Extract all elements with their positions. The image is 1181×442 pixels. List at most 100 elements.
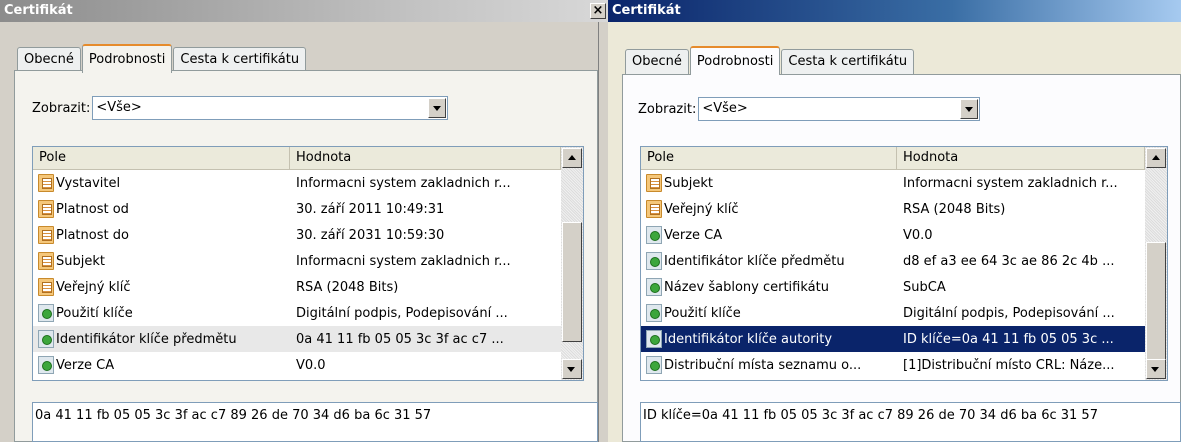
extension-icon [646, 330, 662, 348]
show-select[interactable]: <Vše> [92, 96, 449, 120]
list-row[interactable]: Identifikátor klíče autority ID klíče=0a … [641, 326, 1145, 352]
tab-general[interactable]: Obecné [625, 49, 689, 74]
field-name: Identifikátor klíče autority [664, 331, 833, 347]
field-value: SubCA [903, 279, 946, 295]
chevron-down-icon[interactable] [960, 99, 979, 119]
list-header: Pole Hodnota [641, 147, 1145, 170]
field-name: Platnost do [56, 227, 129, 243]
show-select-value: <Vše> [702, 101, 748, 116]
column-header-field[interactable]: Pole [33, 147, 290, 169]
certificate-window-right: Certifikát Obecné Podrobnosti Cesta k ce… [608, 0, 1181, 442]
list-row[interactable]: Identifikátor klíče předmětu 0a 41 11 fb … [33, 326, 561, 352]
scroll-thumb[interactable] [1146, 242, 1166, 360]
field-value: V0.0 [903, 227, 933, 243]
scroll-thumb[interactable] [562, 222, 582, 342]
field-name: Verze CA [56, 357, 115, 373]
list-row[interactable]: Identifikátor klíče předmětu d8 ef a3 ee … [641, 248, 1145, 274]
field-name: Identifikátor klíče předmětu [664, 253, 845, 269]
tab-certification-path[interactable]: Cesta k certifikátu [781, 49, 915, 74]
field-value: Informacni system zakladnich r... [903, 175, 1118, 191]
extension-icon [646, 356, 662, 374]
show-select[interactable]: <Vše> [698, 97, 981, 121]
field-value: RSA (2048 Bits) [296, 279, 399, 295]
field-value: 0a 41 11 fb 05 05 3c 3f ac c7 ... [296, 331, 504, 347]
list-row[interactable]: Veřejný klíč RSA (2048 Bits) [641, 196, 1145, 222]
tab-details[interactable]: Podrobnosti [81, 44, 173, 73]
tab-certification-path[interactable]: Cesta k certifikátu [173, 47, 307, 72]
list-row[interactable]: Subjekt Informacni system zakladnich r... [33, 248, 561, 274]
field-value: V0.0 [296, 357, 326, 373]
extension-icon [38, 330, 54, 348]
list-row[interactable]: Veřejný klíč RSA (2048 Bits) [33, 274, 561, 300]
column-header-value[interactable]: Hodnota [897, 147, 1145, 169]
field-value: 30. září 2031 10:59:30 [296, 227, 445, 243]
extension-icon [38, 356, 54, 374]
value-detail-box[interactable]: 0a 41 11 fb 05 05 3c 3f ac c7 89 26 de 7… [32, 402, 598, 442]
document-icon [38, 252, 54, 270]
extension-icon [646, 304, 662, 322]
title-bar: Certifikát [0, 0, 608, 22]
document-icon [646, 200, 662, 218]
list-row[interactable]: Platnost do 30. září 2031 10:59:30 [33, 222, 561, 248]
field-value: ID klíče=0a 41 11 fb 05 05 3c ... [903, 331, 1114, 347]
window-border [598, 22, 608, 442]
tab-strip: Obecné Podrobnosti Cesta k certifikátu [625, 46, 915, 75]
list-row[interactable]: Distribuční místa seznamu o... [1]Distrib… [641, 352, 1145, 378]
tab-strip: Obecné Podrobnosti Cesta k certifikátu [17, 44, 307, 73]
field-name: Subjekt [664, 175, 713, 191]
extension-icon [646, 226, 662, 244]
field-value: Digitální podpis, Podepisování ... [903, 305, 1115, 321]
scroll-up-button[interactable] [1146, 148, 1166, 168]
list-row[interactable]: Použití klíče Digitální podpis, Podepisov… [641, 300, 1145, 326]
scroll-down-button[interactable] [562, 359, 582, 379]
tab-general[interactable]: Obecné [17, 47, 81, 72]
list-row[interactable]: Vystavitel Informacni system zakladnich r… [33, 170, 561, 196]
field-name: Verze CA [664, 227, 723, 243]
list-row[interactable]: Název šablony certifikátu SubCA [641, 274, 1145, 300]
close-button[interactable]: × [590, 3, 606, 19]
field-value: d8 ef a3 ee 64 3c ae 86 2c 4b ... [903, 253, 1115, 269]
document-icon [38, 174, 54, 192]
vertical-scrollbar[interactable] [561, 147, 583, 380]
scroll-up-button[interactable] [562, 148, 582, 168]
extension-icon [38, 304, 54, 322]
show-select-value: <Vše> [96, 100, 142, 115]
field-name: Identifikátor klíče předmětu [56, 331, 237, 347]
list-row[interactable]: Subjekt Informacni system zakladnich r... [641, 170, 1145, 196]
tab-details[interactable]: Podrobnosti [689, 46, 781, 75]
field-value: Digitální podpis, Podepisování ... [296, 305, 508, 321]
fields-list[interactable]: Pole Hodnota Subjekt Informacni system za… [640, 146, 1168, 381]
value-detail-box[interactable]: ID klíče=0a 41 11 fb 05 05 3c 3f ac c7 8… [640, 402, 1181, 442]
list-row[interactable]: Platnost od 30. září 2011 10:49:31 [33, 196, 561, 222]
field-name: Název šablony certifikátu [664, 279, 829, 295]
list-rows: Subjekt Informacni system zakladnich r...… [641, 170, 1145, 378]
list-row[interactable]: Použití klíče Digitální podpis, Podepisov… [33, 300, 561, 326]
list-row[interactable]: Verze CA V0.0 [641, 222, 1145, 248]
field-name: Subjekt [56, 253, 105, 269]
show-filter: Zobrazit: <Vše> [638, 97, 981, 121]
show-label: Zobrazit: [638, 101, 697, 117]
vertical-scrollbar[interactable] [1145, 147, 1167, 380]
certificate-window-left: Certifikát × Obecné Podrobnosti Cesta k … [0, 0, 608, 442]
extension-icon [646, 278, 662, 296]
document-icon [38, 278, 54, 296]
field-value: RSA (2048 Bits) [903, 201, 1006, 217]
column-header-value[interactable]: Hodnota [290, 147, 561, 169]
field-name: Veřejný klíč [56, 279, 131, 295]
field-name: Veřejný klíč [664, 201, 739, 217]
field-value: [1]Distribuční místo CRL: Náze... [903, 357, 1115, 373]
fields-list[interactable]: Pole Hodnota Vystavitel Informacni system… [32, 146, 584, 381]
field-value: Informacni system zakladnich r... [296, 253, 511, 269]
chevron-down-icon[interactable] [428, 98, 447, 118]
field-name: Použití klíče [56, 305, 133, 321]
document-icon [646, 174, 662, 192]
title-bar: Certifikát [608, 0, 1181, 22]
scroll-down-button[interactable] [1146, 359, 1166, 379]
list-row[interactable]: Verze CA V0.0 [33, 352, 561, 378]
field-name: Platnost od [56, 201, 129, 217]
field-name: Distribuční místa seznamu o... [664, 357, 862, 373]
field-value: Informacni system zakladnich r... [296, 175, 511, 191]
list-header: Pole Hodnota [33, 147, 561, 170]
show-label: Zobrazit: [32, 100, 91, 116]
column-header-field[interactable]: Pole [641, 147, 897, 169]
